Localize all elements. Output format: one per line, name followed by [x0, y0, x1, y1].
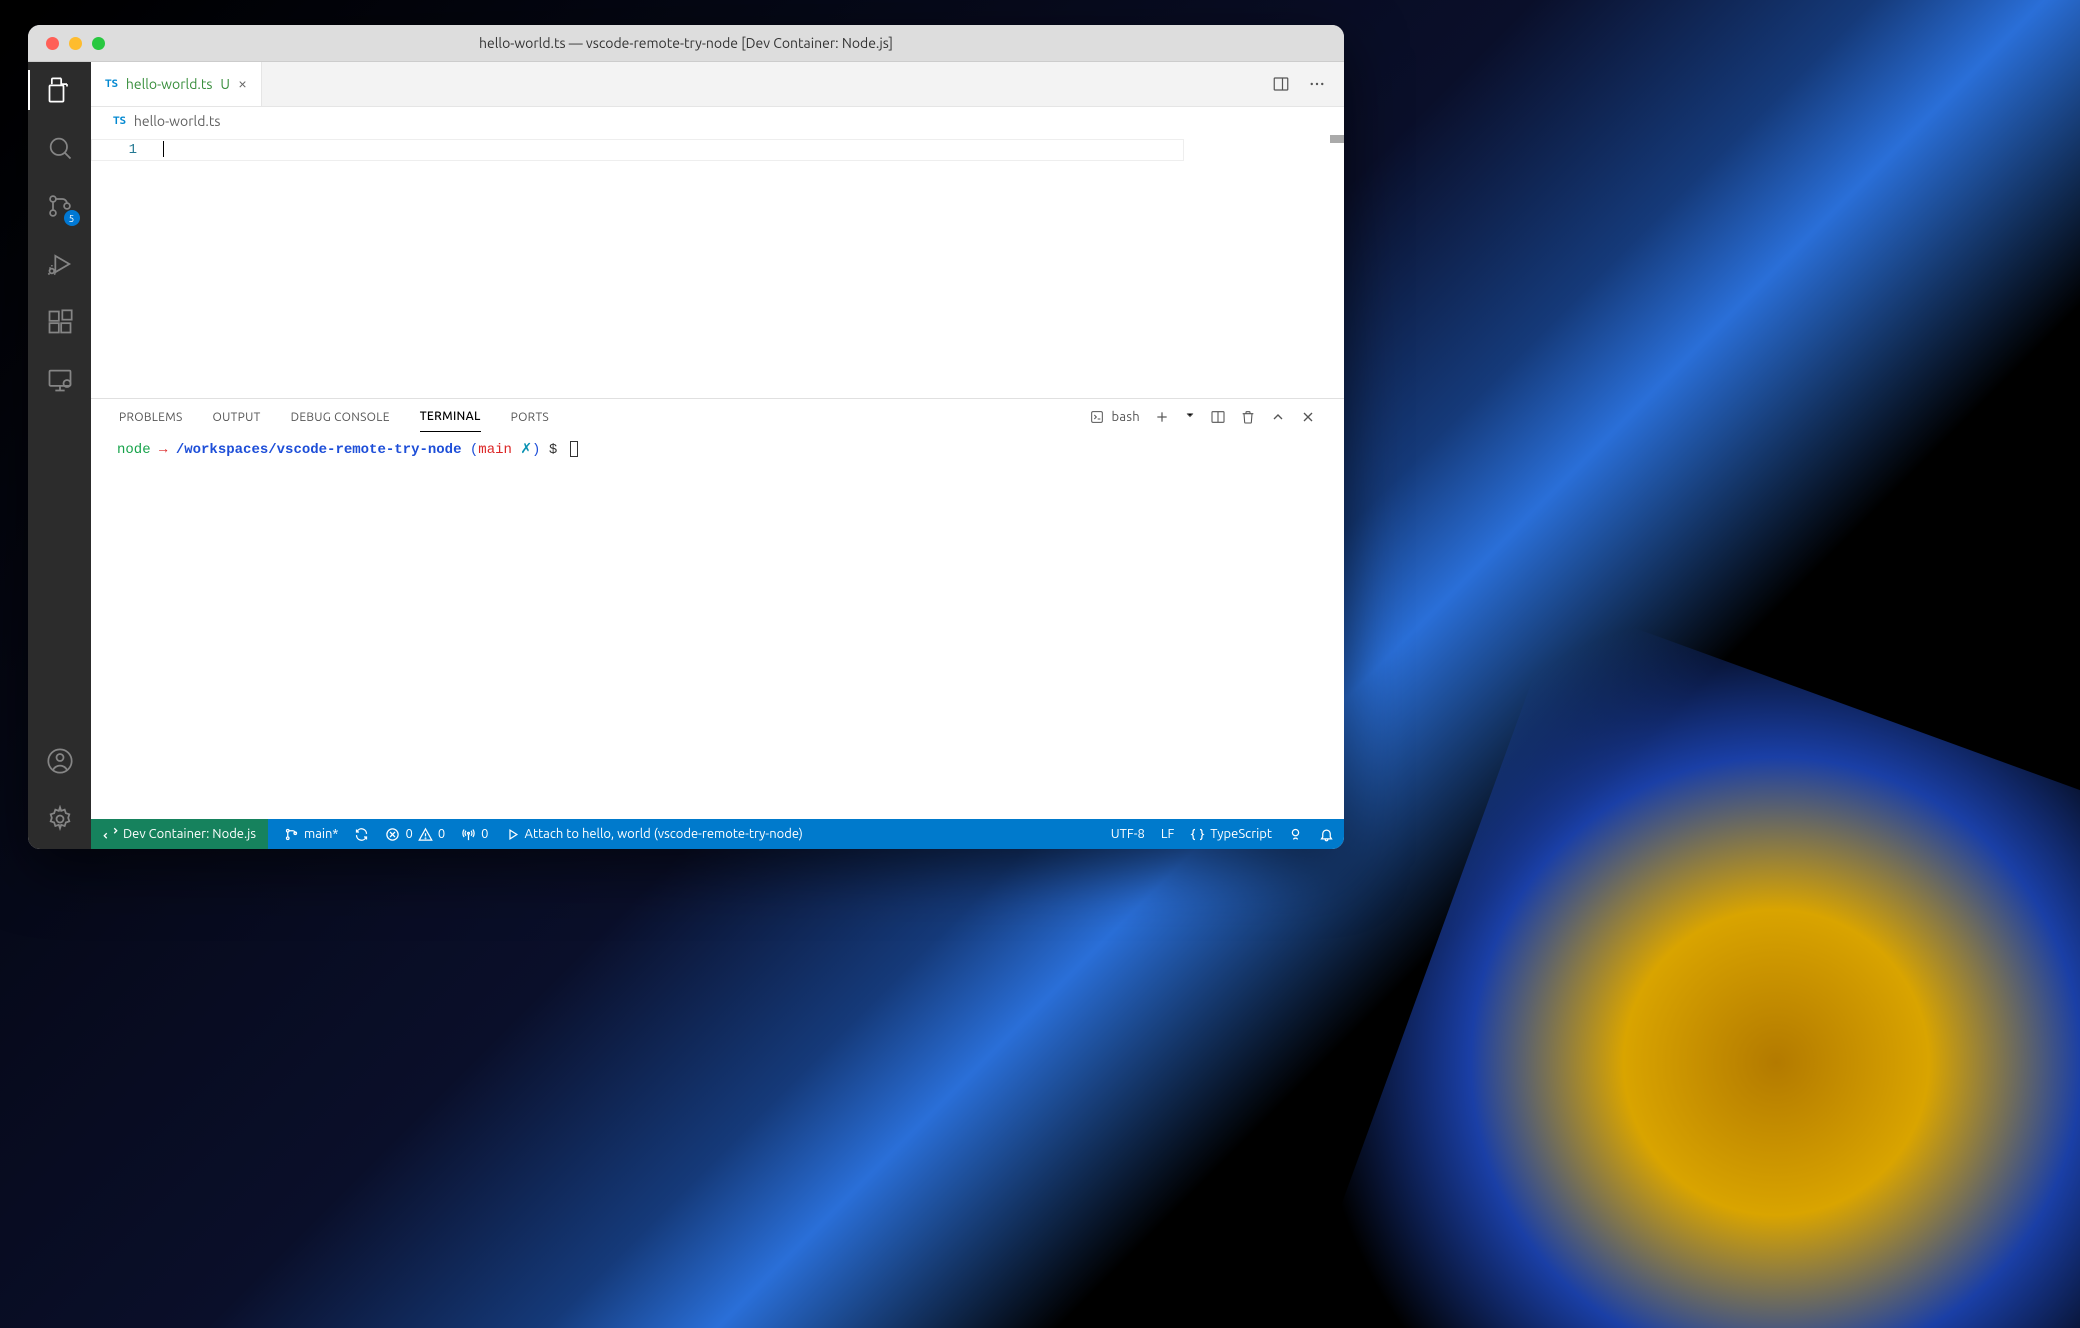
settings-gear-icon[interactable]	[46, 805, 74, 833]
tab-filename: hello-world.ts	[126, 76, 213, 92]
status-ports[interactable]: 0	[461, 827, 488, 842]
tab-terminal[interactable]: TERMINAL	[420, 402, 481, 432]
status-sync[interactable]	[354, 827, 369, 842]
vscode-window: hello-world.ts — vscode-remote-try-node …	[28, 25, 1344, 849]
desktop-background: hello-world.ts — vscode-remote-try-node …	[0, 0, 2080, 1328]
debug-icon	[505, 827, 520, 842]
status-bar: Dev Container: Node.js main* 0 0	[91, 819, 1344, 849]
prompt-arrow: →	[159, 442, 167, 458]
editor-tab-hello-world[interactable]: TS hello-world.ts U ×	[91, 62, 262, 106]
split-terminal-icon[interactable]	[1210, 409, 1226, 425]
status-encoding[interactable]: UTF-8	[1111, 827, 1145, 841]
branch-icon	[284, 827, 299, 842]
breadcrumb[interactable]: TS hello-world.ts	[91, 107, 1344, 135]
prompt-user: node	[117, 442, 151, 458]
error-icon	[385, 827, 400, 842]
status-debug-attach[interactable]: Attach to hello, world (vscode-remote-tr…	[505, 827, 803, 842]
prompt-dirty: ✗	[520, 442, 532, 458]
overview-ruler[interactable]	[1330, 135, 1344, 398]
bottom-panel: PROBLEMS OUTPUT DEBUG CONSOLE TERMINAL P…	[91, 398, 1344, 819]
tab-git-status: U	[220, 76, 230, 92]
status-bell-icon[interactable]	[1319, 827, 1334, 842]
antenna-icon	[461, 827, 476, 842]
file-type-icon: TS	[113, 115, 126, 127]
tab-ports[interactable]: PORTS	[511, 403, 549, 432]
breadcrumb-filename: hello-world.ts	[134, 113, 221, 129]
window-zoom-button[interactable]	[92, 37, 105, 50]
shell-icon	[1089, 409, 1105, 425]
status-language[interactable]: TypeScript	[1190, 827, 1272, 842]
close-panel-icon[interactable]	[1300, 409, 1316, 425]
new-terminal-icon[interactable]	[1154, 409, 1170, 425]
status-branch[interactable]: main*	[284, 827, 339, 842]
status-eol[interactable]: LF	[1161, 827, 1174, 841]
run-debug-icon[interactable]	[46, 250, 74, 278]
search-icon[interactable]	[46, 134, 74, 162]
prompt-branch: main	[478, 442, 512, 458]
warning-icon	[418, 827, 433, 842]
window-close-button[interactable]	[46, 37, 59, 50]
activity-bar: 5	[28, 62, 91, 849]
more-actions-icon[interactable]	[1308, 75, 1326, 93]
split-editor-icon[interactable]	[1272, 75, 1290, 93]
code-area[interactable]	[159, 135, 1344, 398]
status-problems[interactable]: 0 0	[385, 827, 445, 842]
prompt-paren-close: )	[532, 442, 540, 458]
file-type-icon: TS	[105, 78, 118, 90]
remote-icon	[103, 827, 118, 842]
tab-output[interactable]: OUTPUT	[213, 403, 261, 432]
tab-debug-console[interactable]: DEBUG CONSOLE	[291, 403, 390, 432]
window-minimize-button[interactable]	[69, 37, 82, 50]
kill-terminal-icon[interactable]	[1240, 409, 1256, 425]
editor-group: TS hello-world.ts U ×	[91, 62, 1344, 849]
extensions-icon[interactable]	[46, 308, 74, 336]
source-control-icon[interactable]: 5	[46, 192, 74, 220]
window-titlebar: hello-world.ts — vscode-remote-try-node …	[28, 25, 1344, 62]
maximize-panel-icon[interactable]	[1270, 409, 1286, 425]
panel-tabs: PROBLEMS OUTPUT DEBUG CONSOLE TERMINAL P…	[91, 399, 1344, 435]
terminal-shell-label[interactable]: bash	[1089, 409, 1140, 425]
window-title: hello-world.ts — vscode-remote-try-node …	[28, 35, 1344, 51]
terminal-dropdown-icon[interactable]	[1184, 409, 1196, 425]
remote-explorer-icon[interactable]	[46, 366, 74, 394]
tab-problems[interactable]: PROBLEMS	[119, 403, 183, 432]
status-feedback-icon[interactable]	[1288, 827, 1303, 842]
terminal-cursor	[570, 441, 578, 457]
braces-icon	[1190, 827, 1205, 842]
tab-close-icon[interactable]: ×	[238, 75, 247, 93]
prompt-symbol: $	[549, 442, 557, 458]
accounts-icon[interactable]	[46, 747, 74, 775]
tab-bar: TS hello-world.ts U ×	[91, 62, 1344, 107]
text-cursor	[163, 141, 164, 157]
status-remote[interactable]: Dev Container: Node.js	[91, 819, 268, 849]
prompt-path: /workspaces/vscode-remote-try-node	[176, 442, 462, 458]
scm-badge: 5	[64, 210, 80, 226]
window-controls	[46, 37, 105, 50]
terminal-content[interactable]: node → /workspaces/vscode-remote-try-nod…	[91, 435, 1344, 819]
text-editor[interactable]: 1	[91, 135, 1344, 398]
explorer-icon[interactable]	[46, 76, 74, 104]
sync-icon	[354, 827, 369, 842]
line-gutter: 1	[91, 135, 159, 398]
